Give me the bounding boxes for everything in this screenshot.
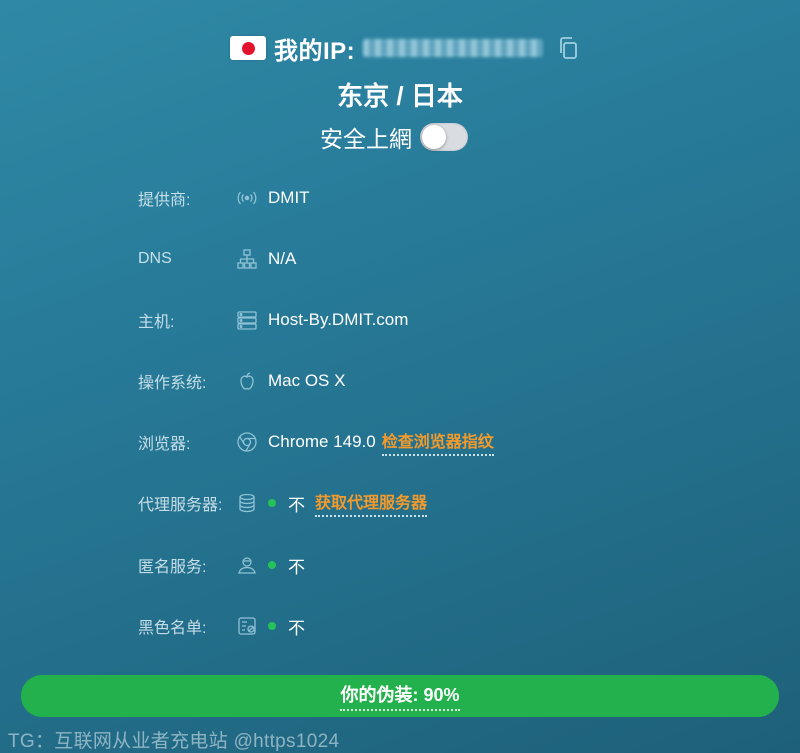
row-value: N/A [268,249,297,268]
row-label: 匿名服务: [138,559,207,576]
database-icon [236,492,258,514]
row-host: 主机: Host-By.DMIT.com [138,290,778,350]
location-text: 东京 / 日本 [337,81,463,111]
row-value: 不 [288,495,305,515]
get-proxy-link[interactable]: 获取代理服务器 [315,489,428,517]
row-label: 操作系统: [138,375,207,392]
status-dot [268,499,276,507]
row-label: 主机: [138,314,175,331]
row-label: 浏览器: [138,436,191,453]
row-label: 黑色名单: [138,620,207,637]
row-browser: 浏览器: Chrome 149.0 检查浏览器指纹 [138,412,778,472]
ip-address-masked [363,39,544,57]
toggle-knob [422,125,446,149]
row-label: 提供商: [138,192,191,209]
safe-browsing-label: 安全上網 [320,126,412,152]
status-dot [268,561,276,569]
chrome-icon [236,431,258,453]
ip-line: 我的IP: [230,30,581,66]
check-fingerprint-link[interactable]: 检查浏览器指纹 [381,428,494,456]
row-provider: 提供商: DMIT [138,168,778,228]
row-value: Host-By.DMIT.com [268,310,409,329]
ip-label: 我的IP: [274,37,356,65]
row-value: Chrome 149.0 [268,432,376,451]
apple-icon [236,370,258,392]
row-label: DNS [138,250,172,267]
japan-flag-icon [230,36,266,60]
disguise-progress-bar[interactable]: 你的伪装: 90% [21,675,779,717]
row-value: DMIT [268,188,310,207]
copy-icon[interactable] [555,35,581,61]
signal-icon [236,187,258,209]
user-icon [236,554,258,576]
row-blacklist: 黑色名单: 不 [138,596,778,656]
blacklist-icon [236,615,258,637]
progress-label: 你的伪装: 90% [340,681,460,711]
row-anonymous: 匿名服务: 不 [138,535,778,595]
row-os: 操作系统: Mac OS X [138,351,778,411]
server-icon [236,309,258,331]
row-value: Mac OS X [268,371,346,390]
safe-browsing-line: 安全上網 [320,120,468,154]
row-dns: DNS N/A [138,229,778,289]
row-value: 不 [288,557,305,577]
safe-browsing-toggle[interactable] [420,123,468,151]
network-tree-icon [236,248,258,270]
status-dot [268,622,276,630]
row-proxy: 代理服务器: 不 获取代理服务器 [138,473,778,533]
row-label: 代理服务器: [138,497,223,514]
row-value: 不 [288,618,305,638]
watermark-text: TG：互联网从业者充电站 @https1024 [8,731,340,752]
